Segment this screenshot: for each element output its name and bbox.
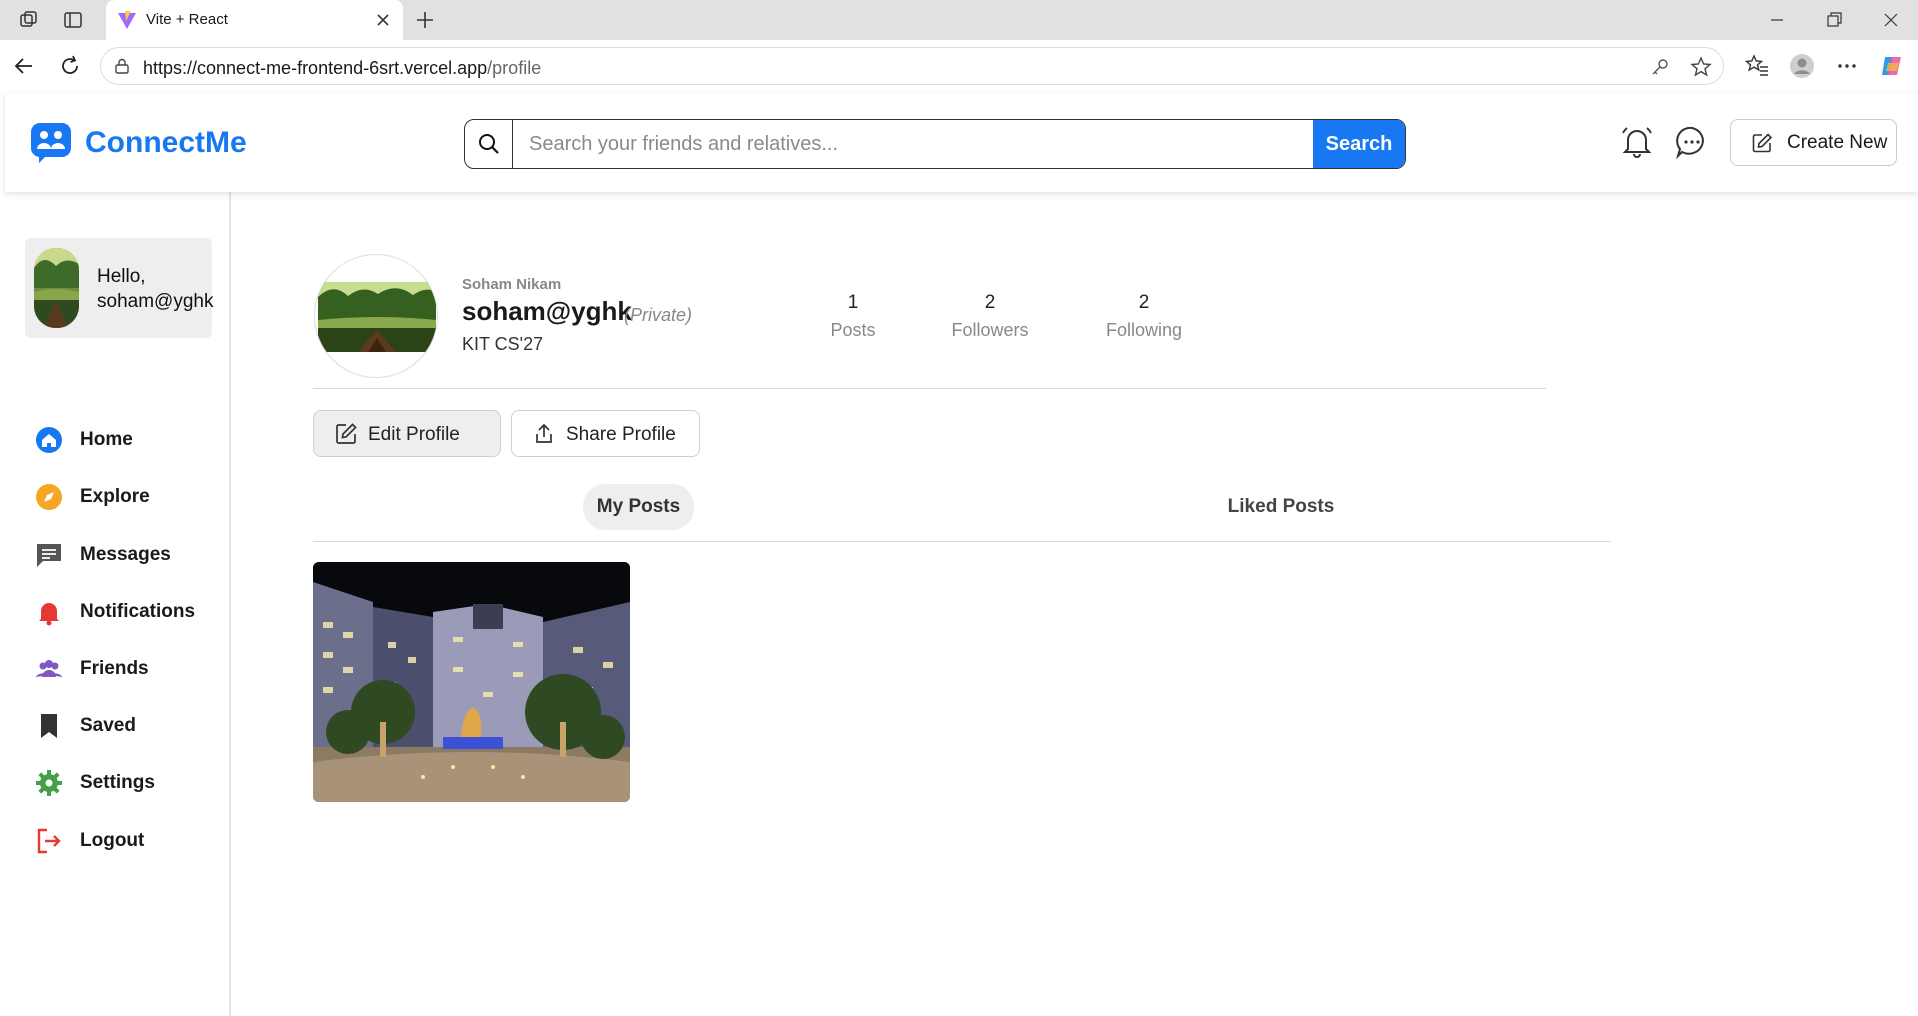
profile-full-name: Soham Nikam [462,276,562,293]
sidebar-item-logout[interactable]: Logout [35,819,215,859]
sidebar-item-label: Saved [80,715,136,736]
address-bar-row: https://connect-me-frontend-6srt.vercel.… [0,40,1918,93]
user-card[interactable]: Hello, soham@yghk [25,238,213,338]
edit-profile-button[interactable]: Edit Profile [313,410,501,457]
search-bar: Search [464,119,1406,169]
key-icon[interactable] [1649,56,1671,78]
tab-my-posts[interactable]: My Posts [583,484,694,530]
url-field[interactable]: https://connect-me-frontend-6srt.vercel.… [100,47,1724,85]
profile-bio: KIT CS'27 [462,334,544,354]
post-image [313,562,630,802]
stat-value: 1 [847,292,859,313]
logout-icon [37,828,61,854]
sidebar-item-label: Logout [80,830,145,851]
sidebar-item-settings[interactable]: Settings [35,761,215,801]
stat-label: Followers [951,320,1029,340]
logo-icon[interactable] [30,122,72,164]
restore-icon[interactable] [1824,10,1844,30]
stat-followers[interactable]: 2 Followers [920,292,1060,341]
sidebar: Hello, soham@yghk Home Explore Messages … [5,192,231,1016]
share-icon [536,423,552,443]
profile-avatar-image [318,282,436,352]
profile-username: soham@yghk [462,296,632,326]
post-thumbnail[interactable] [313,562,630,802]
avatar [34,248,79,328]
url-host: https://connect-me-frontend-6srt.vercel.… [143,58,488,78]
gear-icon [36,770,62,796]
sidebar-item-home[interactable]: Home [35,418,215,458]
browser-tab-bar: Vite + React [0,0,1918,40]
window-close-icon[interactable] [1881,10,1901,30]
copilot-icon[interactable] [1879,53,1905,79]
chat-icon[interactable] [1673,123,1711,161]
brand-name[interactable]: ConnectMe [85,126,247,160]
profile-avatar[interactable] [314,254,438,378]
stat-label: Posts [830,320,876,340]
sidebar-item-label: Explore [80,486,150,507]
url-path: /profile [487,58,542,78]
tab-title: Vite + React [146,11,228,28]
workspaces-icon[interactable] [18,9,40,31]
home-icon [36,427,62,453]
share-profile-button[interactable]: Share Profile [511,410,700,457]
sidebar-item-messages[interactable]: Messages [35,533,215,573]
refresh-icon[interactable] [58,54,82,78]
vite-icon [118,11,136,29]
sidebar-item-label: Friends [80,658,149,679]
search-input[interactable] [513,120,1311,168]
minimize-icon[interactable] [1767,10,1787,30]
message-icon [37,544,61,567]
notification-bell-icon[interactable] [1618,123,1656,161]
url-text: https://connect-me-frontend-6srt.vercel.… [143,58,541,79]
create-new-button[interactable]: Create New [1730,119,1897,166]
stat-following[interactable]: 2 Following [1074,292,1214,341]
lock-icon[interactable] [113,57,131,75]
avatar-image [34,248,79,328]
divider [313,388,1546,389]
sidebar-item-explore[interactable]: Explore [35,475,215,515]
search-icon-box[interactable] [465,120,513,168]
sidebar-item-saved[interactable]: Saved [35,704,215,744]
privacy-badge: (Private) [624,305,693,325]
app-root: ConnectMe Search Create New [5,93,1918,1016]
more-icon[interactable] [1834,53,1860,79]
divider [313,541,1611,542]
favorites-icon[interactable] [1744,53,1770,79]
app-header: ConnectMe Search Create New [5,93,1918,192]
sidebar-item-label: Messages [80,544,171,565]
bell-icon [39,603,59,626]
friends-icon [36,660,62,677]
search-button[interactable]: Search [1313,120,1405,168]
user-handle: soham@yghk [97,291,214,312]
edit-square-icon [1752,133,1773,153]
stat-label: Following [1105,320,1183,340]
sidebar-item-label: Home [80,429,133,450]
compass-icon [36,484,62,510]
sidebar-item-friends[interactable]: Friends [35,647,215,687]
new-tab-icon[interactable] [414,9,436,31]
stat-posts[interactable]: 1 Posts [783,292,923,341]
greeting-text: Hello, [97,266,146,287]
tab-actions-icon[interactable] [62,9,84,31]
profile-main: Soham Nikam soham@yghk (Private) KIT CS'… [231,192,1918,1016]
bookmark-icon [41,714,57,738]
search-icon [479,134,499,154]
stat-value: 2 [984,292,996,313]
edit-profile-label: Edit Profile [368,424,460,445]
sidebar-item-notifications[interactable]: Notifications [35,590,215,630]
sidebar-item-label: Notifications [80,601,196,622]
sidebar-item-label: Settings [80,772,155,793]
profile-avatar-icon[interactable] [1789,53,1815,79]
favorite-star-icon[interactable] [1690,56,1712,78]
create-new-label: Create New [1787,132,1888,153]
user-greeting: Hello, soham@yghk [97,264,213,314]
stat-value: 2 [1138,292,1150,313]
close-icon[interactable] [373,10,393,30]
back-icon[interactable] [12,54,36,78]
browser-tab[interactable]: Vite + React [106,0,403,40]
share-profile-label: Share Profile [566,424,676,445]
tab-liked-posts[interactable]: Liked Posts [1211,484,1351,530]
edit-icon [336,423,357,444]
